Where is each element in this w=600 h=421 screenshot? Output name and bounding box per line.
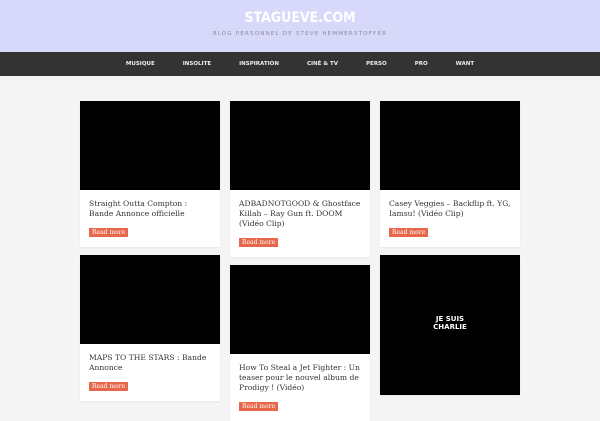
post-card: JE SUIS CHARLIE	[380, 255, 520, 395]
read-more-button[interactable]: Read more	[89, 228, 129, 237]
post-title[interactable]: ADBADNOTGOOD & Ghostface Killah – Ray Gu…	[239, 199, 361, 229]
read-more-button[interactable]: Read more	[389, 228, 429, 237]
nav-pro[interactable]: PRO	[401, 61, 442, 67]
nav-perso[interactable]: PERSO	[352, 61, 401, 67]
post-thumbnail[interactable]	[230, 265, 370, 354]
site-tagline: BLOG PERSONNEL DE STEVE HEMMERSTOFFER	[212, 31, 388, 37]
post-card: ADBADNOTGOOD & Ghostface Killah – Ray Gu…	[230, 101, 370, 257]
post-thumbnail[interactable]	[230, 101, 370, 190]
post-card: MAPS TO THE STARS : Bande Annonce Read m…	[80, 255, 220, 401]
post-thumbnail[interactable]	[80, 101, 220, 190]
post-thumbnail[interactable]	[380, 101, 520, 190]
post-title[interactable]: Casey Veggies – Backflip ft. YG, Iamsu! …	[389, 199, 511, 219]
post-thumbnail[interactable]	[80, 255, 220, 344]
je-suis-charlie-image-text: JE SUIS CHARLIE	[433, 315, 467, 331]
post-title[interactable]: Straight Outta Compton : Bande Annonce o…	[89, 199, 211, 219]
post-card: How To Steal a Jet Fighter : Un teaser p…	[230, 265, 370, 421]
site-header: STAGUEVE.COM BLOG PERSONNEL DE STEVE HEM…	[0, 0, 600, 52]
nav-musique[interactable]: MUSIQUE	[112, 61, 169, 67]
read-more-button[interactable]: Read more	[239, 238, 279, 247]
nav-insolite[interactable]: INSOLITE	[169, 61, 225, 67]
post-card: Casey Veggies – Backflip ft. YG, Iamsu! …	[380, 101, 520, 247]
post-thumbnail[interactable]: JE SUIS CHARLIE	[380, 255, 520, 395]
read-more-button[interactable]: Read more	[89, 382, 129, 391]
main-nav: MUSIQUE INSOLITE INSPIRATION CINÉ & TV P…	[0, 52, 600, 76]
post-title[interactable]: MAPS TO THE STARS : Bande Annonce	[89, 353, 211, 373]
post-title[interactable]: How To Steal a Jet Fighter : Un teaser p…	[239, 363, 361, 393]
post-card: Straight Outta Compton : Bande Annonce o…	[80, 101, 220, 247]
nav-inspiration[interactable]: INSPIRATION	[225, 61, 293, 67]
nav-want[interactable]: WANT	[442, 61, 488, 67]
read-more-button[interactable]: Read more	[239, 402, 279, 411]
nav-cine-tv[interactable]: CINÉ & TV	[293, 61, 352, 67]
site-logo[interactable]: STAGUEVE.COM	[0, 10, 600, 26]
